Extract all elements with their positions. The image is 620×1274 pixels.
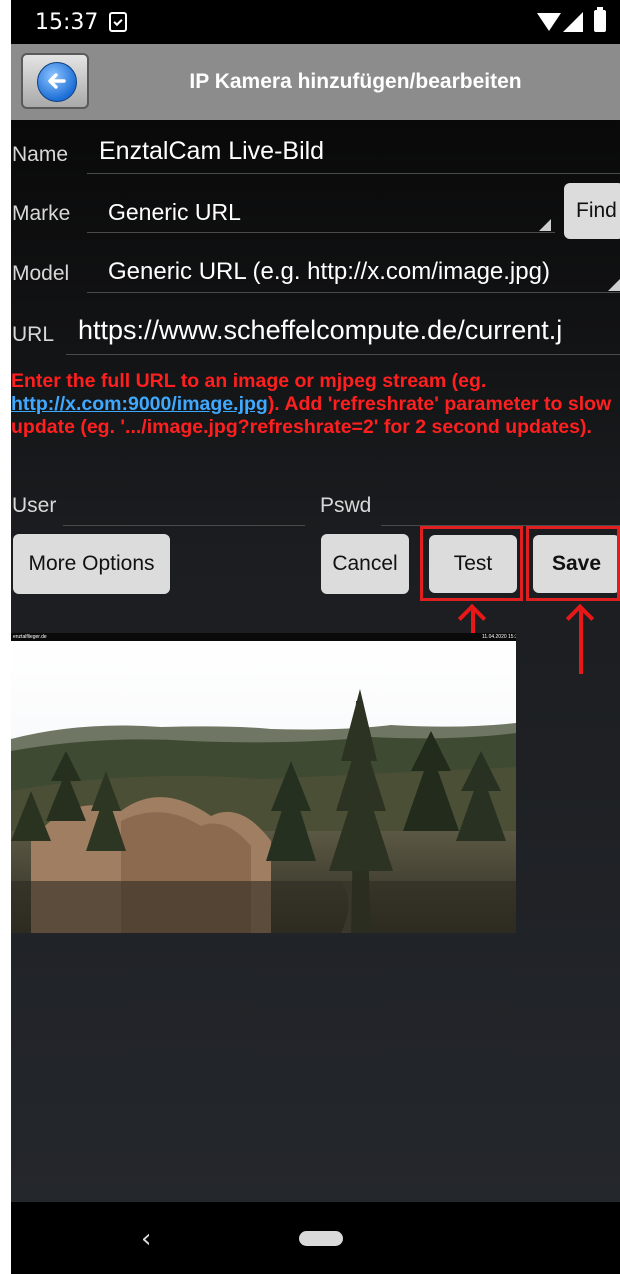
wifi-icon: [537, 13, 561, 31]
pswd-label: Pswd: [320, 494, 372, 517]
name-underline: [87, 173, 620, 174]
user-underline: [63, 525, 305, 526]
brand-label: Marke: [12, 202, 71, 225]
user-label: User: [12, 494, 57, 517]
help-text-intro: Enter the full URL to an image or mjpeg …: [11, 370, 487, 392]
nav-back-icon[interactable]: ‹: [141, 1224, 151, 1254]
title-bar: IP Kamera hinzufügen/bearbeiten: [11, 44, 620, 120]
save-pointer-arrow-icon: [579, 610, 583, 674]
more-options-button[interactable]: More Options: [13, 534, 170, 594]
page-title: IP Kamera hinzufügen/bearbeiten: [189, 70, 522, 93]
url-label: URL: [12, 323, 55, 346]
camera-caption-left: enztalflieger.de: [13, 634, 47, 640]
status-time: 15:37: [35, 10, 99, 35]
help-example-link[interactable]: http://x.com:9000/image.jpg: [11, 393, 268, 415]
phone-screen: 15:37 IP Kamera hinzufügen/bearbeiten Na…: [11, 0, 620, 1274]
url-underline: [66, 354, 620, 355]
test-highlight-box: [420, 526, 523, 601]
help-text: Enter the full URL to an image or mjpeg …: [11, 370, 620, 439]
model-select[interactable]: Generic URL (e.g. http://x.com/image.jpg…: [108, 258, 614, 286]
brand-select[interactable]: Generic URL: [108, 199, 548, 226]
brand-dropdown-icon: [539, 219, 551, 231]
status-bar: 15:37: [11, 0, 620, 44]
camera-preview-image: enztalflieger.de 11.04.2020 15:32 Uhr: [11, 633, 516, 933]
signal-icon: [563, 12, 583, 32]
camera-landscape-picture: [11, 641, 516, 933]
model-underline: [87, 292, 620, 293]
navigation-bar: ‹: [11, 1202, 620, 1274]
save-highlight-box: [526, 526, 620, 601]
name-input[interactable]: EnztalCam Live-Bild: [99, 137, 614, 166]
battery-icon: [594, 7, 606, 32]
clipboard-check-icon: [109, 12, 127, 32]
url-input[interactable]: https://www.scheffelcompute.de/current.j: [78, 315, 620, 346]
camera-caption-right: 11.04.2020 15:32 Uhr: [481, 634, 516, 640]
model-label: Model: [12, 262, 70, 285]
model-dropdown-icon: [608, 279, 620, 291]
brand-underline: [87, 232, 555, 233]
name-label: Name: [12, 143, 69, 166]
nav-home-pill-icon[interactable]: [299, 1231, 343, 1246]
back-button[interactable]: [21, 53, 89, 109]
back-arrow-icon: [37, 62, 77, 102]
find-button[interactable]: Find: [564, 183, 620, 239]
cancel-button[interactable]: Cancel: [321, 534, 409, 594]
camera-caption-bar: enztalflieger.de 11.04.2020 15:32 Uhr: [11, 633, 516, 641]
